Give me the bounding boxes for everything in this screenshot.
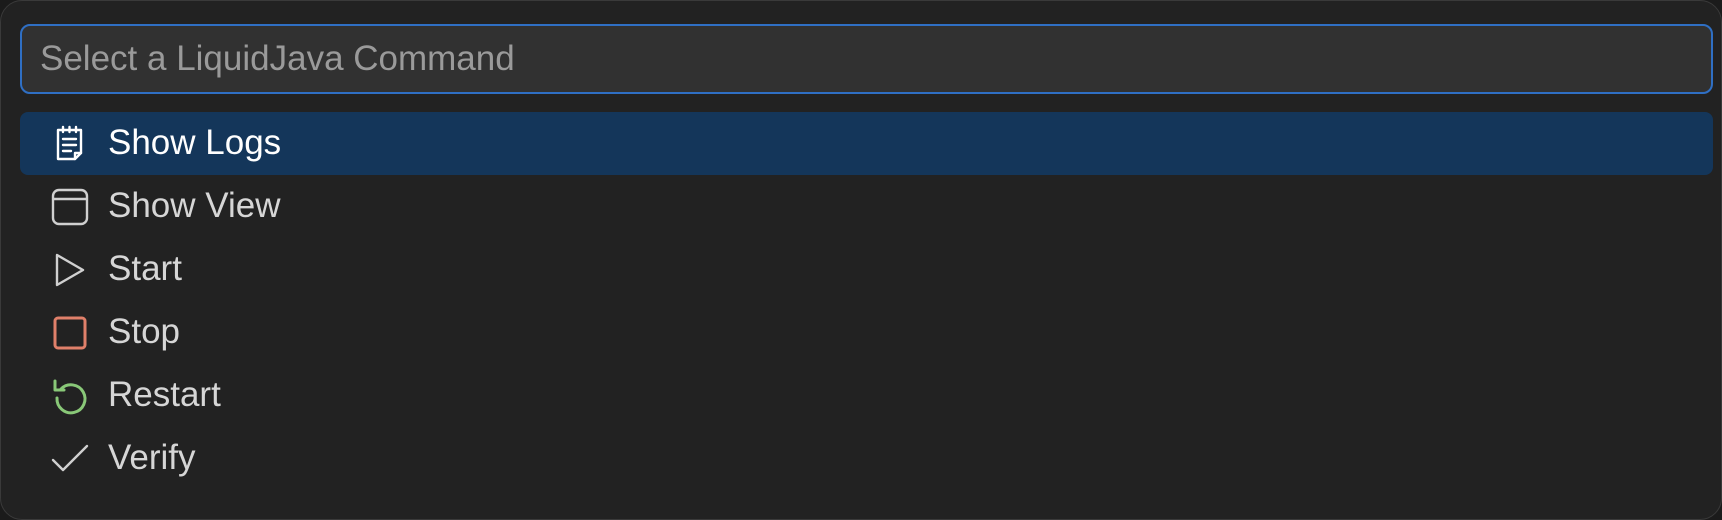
command-item-show-logs[interactable]: Show Logs	[20, 112, 1713, 175]
command-list: Show Logs Show View Start Stop Restart V…	[20, 112, 1713, 490]
command-item-verify[interactable]: Verify	[20, 427, 1713, 490]
command-palette: Show Logs Show View Start	[0, 0, 1722, 520]
command-item-start[interactable]: Start	[20, 238, 1713, 301]
output-log-icon	[50, 124, 90, 164]
command-label: Stop	[108, 311, 180, 351]
command-label: Restart	[108, 374, 221, 414]
command-item-stop[interactable]: Stop	[20, 301, 1713, 364]
command-label: Show View	[108, 185, 281, 225]
command-label: Show Logs	[108, 122, 282, 162]
search-box[interactable]	[20, 24, 1713, 94]
check-icon	[50, 439, 90, 479]
stop-icon	[50, 313, 90, 353]
window-icon	[50, 187, 90, 227]
search-input[interactable]	[22, 26, 1711, 92]
command-item-restart[interactable]: Restart	[20, 364, 1713, 427]
restart-icon	[50, 376, 90, 416]
play-icon	[50, 250, 90, 290]
command-label: Verify	[108, 437, 196, 477]
command-item-show-view[interactable]: Show View	[20, 175, 1713, 238]
command-label: Start	[108, 248, 182, 288]
